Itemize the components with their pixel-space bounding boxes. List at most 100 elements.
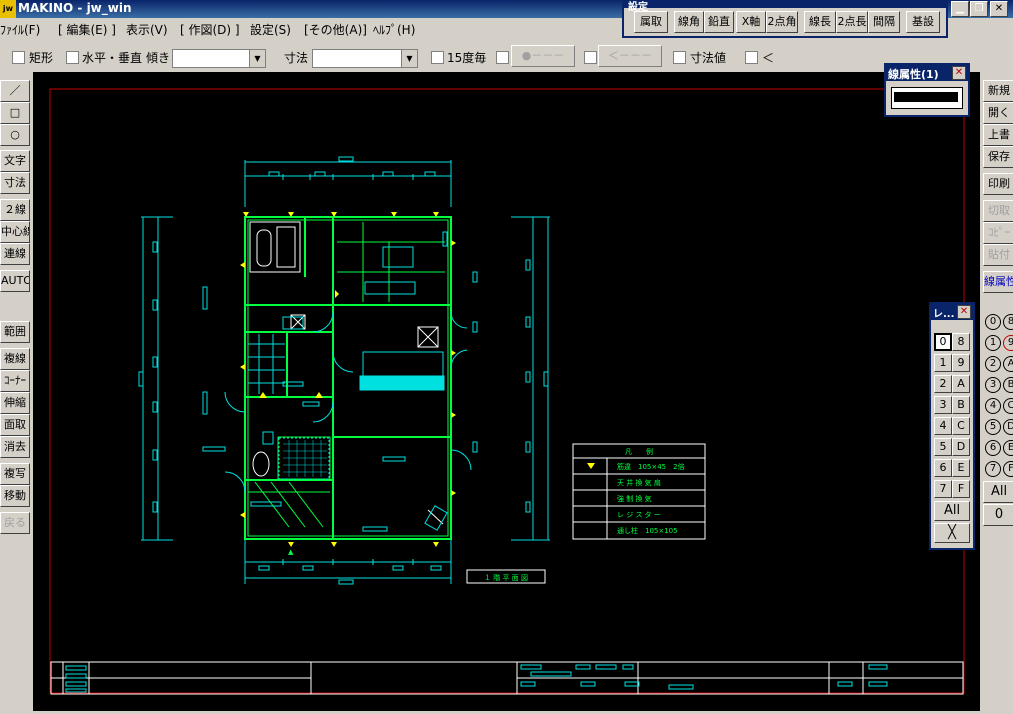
group-3[interactable]: 3 — [985, 377, 1001, 393]
dim-select[interactable]: ▼ — [312, 49, 418, 68]
paste-button[interactable]: 貼付 — [983, 244, 1013, 266]
menu-edit[interactable]: [ 編集(E) ] — [58, 21, 116, 38]
drawing-canvas[interactable]: ▲ 凡 例 筋違 105×45 2倍 天 井 換 気 扇 強 制 換 気 レ ジ… — [33, 72, 980, 711]
group-D[interactable]: D — [1003, 419, 1013, 435]
tool-rect[interactable]: □ — [0, 102, 30, 124]
layer-0[interactable]: 0 — [934, 333, 952, 351]
group-A[interactable]: A — [1003, 356, 1013, 372]
overwrite-button[interactable]: 上書 — [983, 124, 1013, 146]
save-button[interactable]: 保存 — [983, 146, 1013, 168]
close-icon[interactable]: ✕ — [957, 305, 971, 319]
layer-F[interactable]: F — [952, 480, 970, 498]
copy-button[interactable]: ｺﾋﾟｰ — [983, 222, 1013, 244]
open-button[interactable]: 開く — [983, 102, 1013, 124]
tool-continuous-line[interactable]: 連線 — [0, 243, 30, 265]
menu-other[interactable]: [その他(A)] — [304, 21, 367, 38]
group-4[interactable]: 4 — [985, 398, 1001, 414]
settings-btn-vertical[interactable]: 鉛直 — [704, 11, 734, 33]
layer-6[interactable]: 6 — [934, 459, 952, 477]
print-button[interactable]: 印刷 — [983, 173, 1013, 195]
group-1[interactable]: 1 — [985, 335, 1001, 351]
tool-extend[interactable]: 伸縮 — [0, 392, 30, 414]
settings-btn-2ptangle[interactable]: 2点角 — [766, 11, 798, 33]
group-all-button[interactable]: All — [983, 481, 1013, 503]
tool-offset[interactable]: 複線 — [0, 348, 30, 370]
group-F[interactable]: F — [1003, 461, 1013, 477]
layer-5[interactable]: 5 — [934, 438, 952, 456]
group-7[interactable]: 7 — [985, 461, 1001, 477]
group-9[interactable]: 9 — [1003, 335, 1013, 351]
settings-btn-attr[interactable]: 属取 — [634, 11, 668, 33]
slope-select[interactable]: ▼ — [172, 49, 266, 68]
group-5[interactable]: 5 — [985, 419, 1001, 435]
settings-btn-interval[interactable]: 間隔 — [868, 11, 900, 33]
menu-settings[interactable]: 設定(S) — [250, 21, 291, 38]
group-0[interactable]: 0 — [985, 314, 1001, 330]
arrow-checkbox[interactable] — [584, 51, 597, 64]
arrow-button[interactable]: ＜－－－ — [598, 45, 662, 67]
group-zero-button[interactable]: 0 — [983, 504, 1013, 526]
hv-checkbox[interactable] — [66, 51, 79, 64]
layer-clear-button[interactable]: ╳ — [934, 523, 970, 543]
dimval-checkbox[interactable] — [673, 51, 686, 64]
layer-4[interactable]: 4 — [934, 417, 952, 435]
menu-draw[interactable]: [ 作図(D) ] — [180, 21, 240, 38]
circle-checkbox[interactable] — [496, 51, 509, 64]
layer-3[interactable]: 3 — [934, 396, 952, 414]
group-B[interactable]: B — [1003, 377, 1013, 393]
menu-help[interactable]: ﾍﾙﾌﾟ(H) — [373, 21, 415, 38]
group-2[interactable]: 2 — [985, 356, 1001, 372]
tool-move[interactable]: 移動 — [0, 485, 30, 507]
group-6[interactable]: 6 — [985, 440, 1001, 456]
cut-button[interactable]: 切取 — [983, 200, 1013, 222]
layer-A[interactable]: A — [952, 375, 970, 393]
tool-corner[interactable]: ｺｰﾅｰ — [0, 370, 30, 392]
tool-text[interactable]: 文字 — [0, 150, 30, 172]
tool-centerline[interactable]: 中心線 — [0, 221, 30, 243]
tool-chamfer[interactable]: 面取 — [0, 414, 30, 436]
minimize-button[interactable]: ▁ — [951, 1, 969, 17]
settings-btn-2ptlen[interactable]: 2点長 — [836, 11, 868, 33]
settings-btn-linelen[interactable]: 線長 — [804, 11, 836, 33]
group-8[interactable]: 8 — [1003, 314, 1013, 330]
tool-copy[interactable]: 複写 — [0, 463, 30, 485]
lt-checkbox[interactable] — [745, 51, 758, 64]
menu-view[interactable]: 表示(V) — [126, 21, 168, 38]
tool-undo[interactable]: 戻る — [0, 512, 30, 534]
line-attr-button[interactable]: 線属性 — [983, 271, 1013, 293]
group-row-4: 4C — [983, 396, 1013, 416]
rect-checkbox[interactable] — [12, 51, 25, 64]
layer-7[interactable]: 7 — [934, 480, 952, 498]
layer-B[interactable]: B — [952, 396, 970, 414]
layer-1[interactable]: 1 — [934, 354, 952, 372]
tool-auto[interactable]: AUTO — [0, 270, 30, 292]
tool-circle[interactable]: ○ — [0, 124, 30, 146]
circle-button[interactable]: ●－－－ — [511, 45, 575, 67]
tool-range[interactable]: 範囲 — [0, 321, 30, 343]
layer-E[interactable]: E — [952, 459, 970, 477]
deg15-checkbox[interactable] — [431, 51, 444, 64]
group-E[interactable]: E — [1003, 440, 1013, 456]
tool-dimension[interactable]: 寸法 — [0, 172, 30, 194]
legend-title: 凡 例 — [625, 447, 653, 456]
line-style-preview[interactable] — [891, 87, 963, 109]
close-icon[interactable]: ✕ — [952, 66, 966, 80]
settings-btn-xaxis[interactable]: X軸 — [736, 11, 766, 33]
tool-double-line[interactable]: ２線 — [0, 199, 30, 221]
new-button[interactable]: 新規 — [983, 80, 1013, 102]
layer-8[interactable]: 8 — [952, 333, 970, 351]
maximize-button[interactable]: ❐ — [970, 1, 988, 17]
group-C[interactable]: C — [1003, 398, 1013, 414]
tool-erase[interactable]: 消去 — [0, 436, 30, 458]
menu-file[interactable]: ﾌｧｲﾙ(F) — [0, 21, 40, 38]
tool-line[interactable]: ／ — [0, 80, 30, 102]
layer-9[interactable]: 9 — [952, 354, 970, 372]
legend-item-ventilation: 強 制 換 気 — [617, 494, 652, 503]
close-button[interactable]: ✕ — [990, 1, 1008, 17]
layer-D[interactable]: D — [952, 438, 970, 456]
layer-C[interactable]: C — [952, 417, 970, 435]
settings-btn-base[interactable]: 基設 — [906, 11, 940, 33]
settings-btn-lineangle[interactable]: 線角 — [674, 11, 704, 33]
layer-2[interactable]: 2 — [934, 375, 952, 393]
layer-all-button[interactable]: All — [934, 501, 970, 521]
